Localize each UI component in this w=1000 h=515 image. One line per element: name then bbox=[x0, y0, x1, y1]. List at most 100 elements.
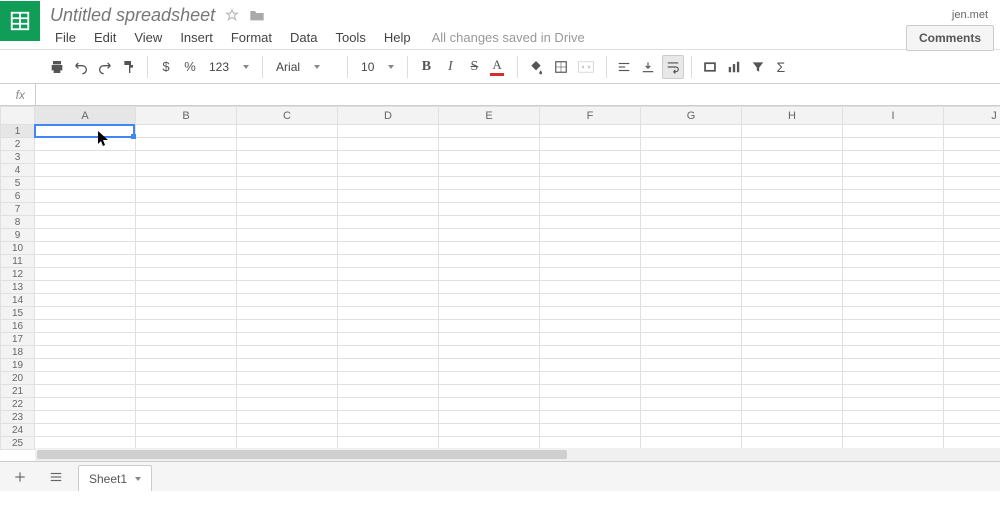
cell[interactable] bbox=[338, 359, 439, 372]
paint-format-icon[interactable] bbox=[118, 55, 140, 79]
more-formats-button[interactable]: 123 bbox=[203, 55, 255, 79]
cell[interactable] bbox=[641, 177, 742, 190]
cell[interactable] bbox=[35, 424, 136, 437]
cell[interactable] bbox=[237, 177, 338, 190]
cell[interactable] bbox=[641, 281, 742, 294]
cell[interactable] bbox=[843, 203, 944, 216]
cell[interactable] bbox=[338, 294, 439, 307]
print-icon[interactable] bbox=[46, 55, 68, 79]
cell[interactable] bbox=[540, 125, 641, 138]
merge-cells-button[interactable] bbox=[575, 55, 599, 79]
format-currency-button[interactable]: $ bbox=[155, 55, 177, 79]
cell[interactable] bbox=[35, 151, 136, 164]
cell[interactable] bbox=[843, 294, 944, 307]
cell[interactable] bbox=[843, 216, 944, 229]
cell[interactable] bbox=[237, 242, 338, 255]
cell[interactable] bbox=[136, 125, 237, 138]
cell[interactable] bbox=[35, 203, 136, 216]
cell[interactable] bbox=[944, 385, 1000, 398]
cell[interactable] bbox=[338, 164, 439, 177]
cell[interactable] bbox=[237, 190, 338, 203]
cell[interactable] bbox=[944, 190, 1000, 203]
cell[interactable] bbox=[843, 242, 944, 255]
cell[interactable] bbox=[944, 346, 1000, 359]
cell[interactable] bbox=[843, 255, 944, 268]
cell[interactable] bbox=[641, 229, 742, 242]
cell[interactable] bbox=[439, 268, 540, 281]
row-header[interactable]: 21 bbox=[1, 385, 35, 398]
cell[interactable] bbox=[237, 294, 338, 307]
cell[interactable] bbox=[540, 346, 641, 359]
cell[interactable] bbox=[136, 398, 237, 411]
cell[interactable] bbox=[35, 307, 136, 320]
cell[interactable] bbox=[338, 333, 439, 346]
account-label[interactable]: jen.met bbox=[952, 9, 988, 21]
column-header[interactable]: F bbox=[540, 107, 641, 125]
cell[interactable] bbox=[136, 320, 237, 333]
cell[interactable] bbox=[237, 138, 338, 151]
cell[interactable] bbox=[35, 385, 136, 398]
cell[interactable] bbox=[439, 216, 540, 229]
cell[interactable] bbox=[136, 294, 237, 307]
cell[interactable] bbox=[742, 268, 843, 281]
cell[interactable] bbox=[439, 307, 540, 320]
spreadsheet-grid[interactable]: ABCDEFGHIJ 12345678910111213141516171819… bbox=[0, 106, 1000, 450]
row-header[interactable]: 14 bbox=[1, 294, 35, 307]
cell[interactable] bbox=[540, 177, 641, 190]
column-header[interactable]: D bbox=[338, 107, 439, 125]
cell[interactable] bbox=[136, 281, 237, 294]
cell[interactable] bbox=[136, 268, 237, 281]
cell[interactable] bbox=[439, 359, 540, 372]
row-header[interactable]: 23 bbox=[1, 411, 35, 424]
row-header[interactable]: 5 bbox=[1, 177, 35, 190]
cell[interactable] bbox=[237, 268, 338, 281]
cell[interactable] bbox=[136, 255, 237, 268]
cell[interactable] bbox=[641, 203, 742, 216]
cell[interactable] bbox=[237, 164, 338, 177]
cell[interactable] bbox=[641, 398, 742, 411]
italic-button[interactable]: I bbox=[439, 55, 461, 79]
star-icon[interactable] bbox=[225, 8, 239, 22]
cell[interactable] bbox=[439, 398, 540, 411]
cell[interactable] bbox=[641, 268, 742, 281]
cell[interactable] bbox=[944, 294, 1000, 307]
cell[interactable] bbox=[742, 359, 843, 372]
cell[interactable] bbox=[742, 138, 843, 151]
cell[interactable] bbox=[35, 216, 136, 229]
cell[interactable] bbox=[843, 346, 944, 359]
cell[interactable] bbox=[237, 125, 338, 138]
cell[interactable] bbox=[35, 125, 136, 138]
cell[interactable] bbox=[237, 424, 338, 437]
cell[interactable] bbox=[540, 268, 641, 281]
cell[interactable] bbox=[641, 138, 742, 151]
cell[interactable] bbox=[237, 281, 338, 294]
cell[interactable] bbox=[742, 281, 843, 294]
cell[interactable] bbox=[439, 281, 540, 294]
row-header[interactable]: 17 bbox=[1, 333, 35, 346]
cell[interactable] bbox=[944, 151, 1000, 164]
cell[interactable] bbox=[742, 398, 843, 411]
column-header[interactable]: J bbox=[944, 107, 1000, 125]
row-header[interactable]: 20 bbox=[1, 372, 35, 385]
cell[interactable] bbox=[742, 411, 843, 424]
cell[interactable] bbox=[136, 164, 237, 177]
cell[interactable] bbox=[338, 398, 439, 411]
cell[interactable] bbox=[136, 307, 237, 320]
cell[interactable] bbox=[944, 203, 1000, 216]
cell[interactable] bbox=[843, 333, 944, 346]
cell[interactable] bbox=[641, 385, 742, 398]
cell[interactable] bbox=[944, 359, 1000, 372]
cell[interactable] bbox=[540, 138, 641, 151]
cell[interactable] bbox=[540, 242, 641, 255]
cell[interactable] bbox=[237, 320, 338, 333]
row-header[interactable]: 2 bbox=[1, 138, 35, 151]
cell[interactable] bbox=[338, 203, 439, 216]
cell[interactable] bbox=[35, 177, 136, 190]
cell[interactable] bbox=[136, 177, 237, 190]
cell[interactable] bbox=[944, 138, 1000, 151]
cell[interactable] bbox=[742, 177, 843, 190]
cell[interactable] bbox=[742, 346, 843, 359]
comments-button[interactable]: Comments bbox=[906, 25, 994, 51]
cell[interactable] bbox=[641, 320, 742, 333]
column-header[interactable]: B bbox=[136, 107, 237, 125]
